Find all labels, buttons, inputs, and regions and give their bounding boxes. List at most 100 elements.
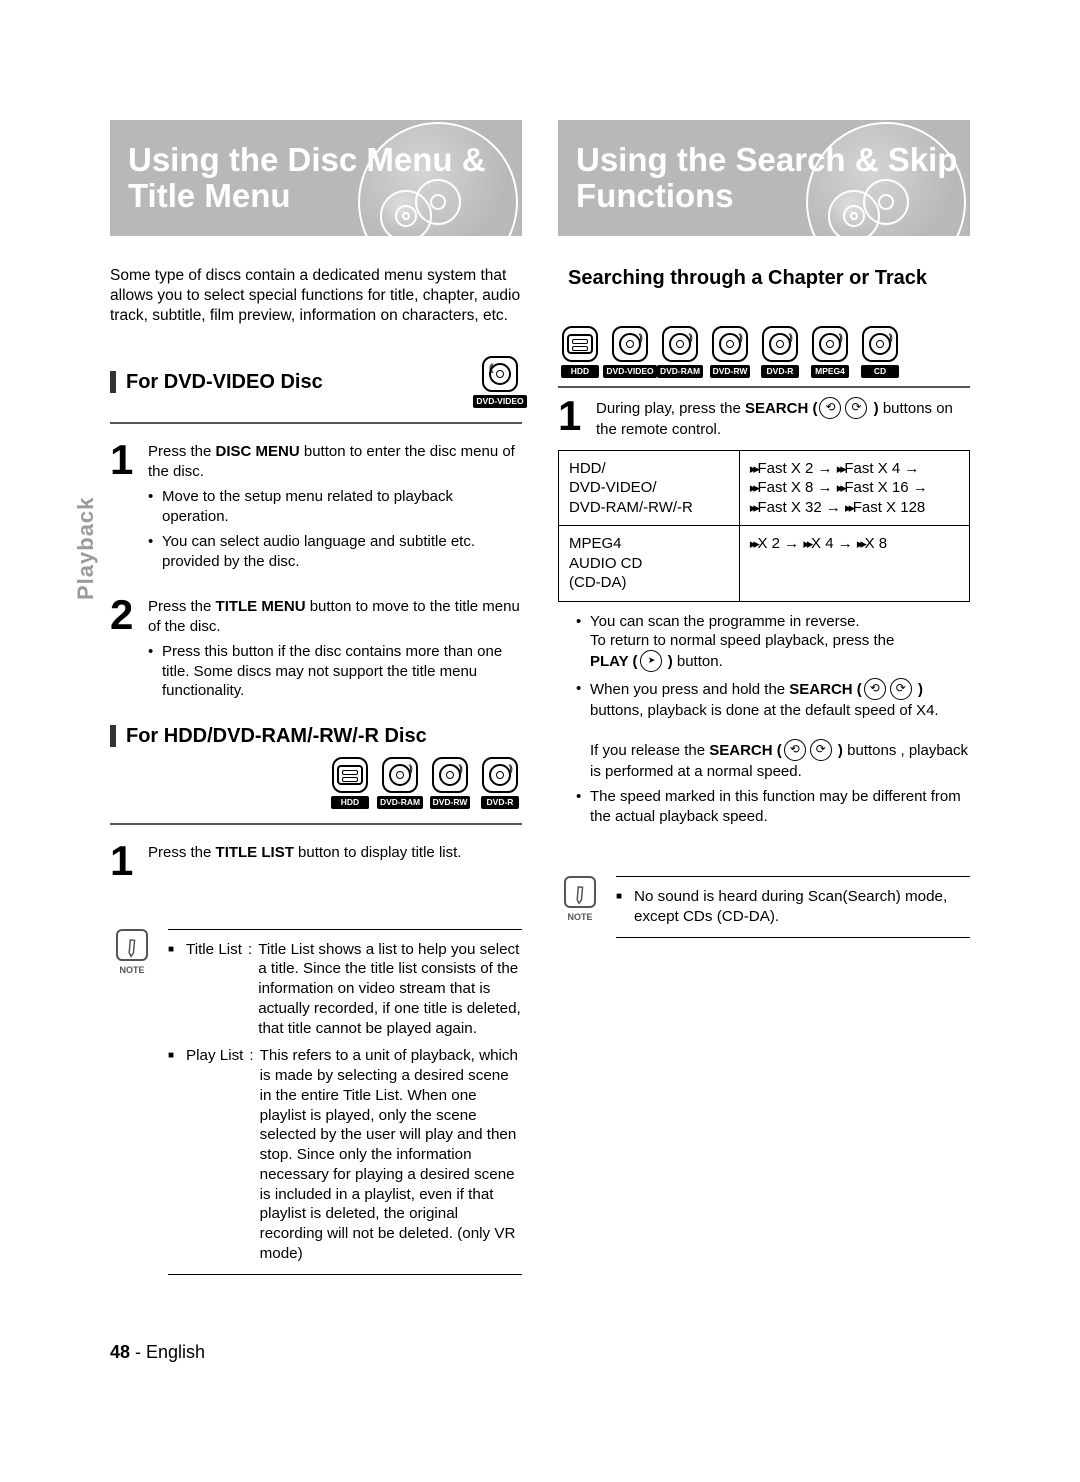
t: DISC MENU [216, 443, 300, 460]
disc-type-icon: DVD-VIDEO [478, 356, 522, 408]
icon-label: DVD-R [481, 796, 519, 809]
play-icon [640, 650, 662, 672]
table-cell-speeds: X 2 X 4 X 8 [739, 526, 969, 602]
left-column: Using the Disc Menu & Title Menu Some ty… [110, 120, 522, 1281]
icon-label: DVD-R [761, 365, 799, 378]
table-cell-speeds: Fast X 2 Fast X 4 Fast X 8 Fast X 16 Fas… [739, 450, 969, 526]
step-2: 2 Press the TITLE MENU button to move to… [110, 597, 522, 636]
speed: X 2 [750, 535, 799, 552]
icon-label: HDD [331, 796, 369, 809]
t: When you press and hold the [590, 681, 789, 698]
icon-label: DVD-VIDEO [473, 395, 526, 408]
speed: Fast X 16 [837, 479, 928, 496]
step-number: 1 [558, 398, 584, 440]
note-block: NOTE No sound is heard during Scan(Searc… [558, 876, 970, 944]
t: SEARCH ( [745, 400, 818, 417]
speed: Fast X 128 [845, 499, 925, 516]
sep: - [130, 1342, 146, 1362]
note-item: Play List : This refers to a unit of pla… [168, 1046, 522, 1263]
heading-text: For DVD-VIDEO Disc [126, 369, 323, 395]
bullet: The speed marked in this function may be… [576, 787, 970, 826]
section-heading-search: Searching through a Chapter or Track [558, 266, 970, 310]
search-back-icon [864, 678, 886, 700]
table-cell-media: HDD/ DVD-VIDEO/ DVD-RAM/-RW/-R [559, 450, 740, 526]
t: button to display title list. [294, 844, 462, 861]
term: Title List [186, 940, 242, 1039]
dvd-r-icon: DVD-R [478, 757, 522, 809]
media-icon-row: HDD DVD-RAM DVD-RW DVD-R [110, 757, 522, 809]
step-2-bullets: Press this button if the disc contains m… [148, 642, 522, 701]
title-panel-search-skip: Using the Search & Skip Functions [558, 120, 970, 236]
media-icon-row: HDD DVD-VIDEO DVD-RAM DVD-RW DVD-R MPEG4… [558, 326, 970, 378]
term: Play List [186, 1046, 243, 1263]
t: buttons, playback is done at the default… [590, 702, 939, 719]
page: Using the Disc Menu & Title Menu Some ty… [110, 120, 970, 1281]
t: ) [664, 653, 677, 670]
t: TITLE MENU [216, 598, 306, 615]
mpeg4-icon: MPEG4 [808, 326, 852, 378]
bullet: Move to the setup menu related to playba… [148, 487, 522, 526]
step-1: 1 Press the DISC MENU button to enter th… [110, 442, 522, 481]
divider [616, 937, 970, 938]
search-back-icon [784, 739, 806, 761]
speed: Fast X 4 [837, 460, 920, 477]
note-icon [564, 876, 596, 908]
search-bullets: You can scan the programme in reverse. T… [576, 612, 970, 827]
title-text: Using the Search & Skip Functions [576, 142, 970, 215]
t: TITLE LIST [216, 844, 294, 861]
dvd-video-icon: DVD-VIDEO [608, 326, 652, 378]
t: button. [677, 653, 723, 670]
step-number: 2 [110, 597, 136, 636]
t: To return to normal speed playback, pres… [590, 632, 894, 649]
table-cell-media: MPEG4 AUDIO CD (CD-DA) [559, 526, 740, 602]
heading-text: For HDD/DVD-RAM/-RW/-R Disc [126, 723, 427, 749]
t: If you release the [590, 742, 709, 759]
divider [168, 1274, 522, 1275]
t: You can scan the programme in reverse. [590, 613, 860, 630]
t: During play, press the [596, 400, 745, 417]
t: ) [869, 400, 882, 417]
step-1: 1 Press the TITLE LIST button to display… [110, 843, 522, 879]
right-column: Using the Search & Skip Functions Search… [558, 120, 970, 1281]
step-1: 1 During play, press the SEARCH ( ) butt… [558, 398, 970, 440]
speed: Fast X 2 [750, 460, 833, 477]
bullet: When you press and hold the SEARCH ( ) b… [576, 679, 970, 782]
t: Press the [148, 443, 216, 460]
hdd-icon: HDD [558, 326, 602, 378]
title-panel-disc-menu: Using the Disc Menu & Title Menu [110, 120, 522, 236]
step-1-bullets: Move to the setup menu related to playba… [148, 487, 522, 571]
t: ) [914, 681, 923, 698]
speed: Fast X 8 [750, 479, 833, 496]
note-label: NOTE [567, 912, 592, 924]
t: SEARCH ( [789, 681, 862, 698]
icon-label: DVD-RW [430, 796, 471, 809]
icon-label: CD [861, 365, 899, 378]
icon-label: MPEG4 [811, 365, 849, 378]
page-number: 48 [110, 1342, 130, 1362]
footer-lang: English [146, 1342, 205, 1362]
divider [558, 386, 970, 388]
note-icon [116, 929, 148, 961]
icon-label: DVD-RAM [657, 365, 703, 378]
divider [110, 823, 522, 825]
search-back-icon [819, 397, 841, 419]
dvd-rw-icon: DVD-RW [708, 326, 752, 378]
note-block: NOTE Title List : Title List shows a lis… [110, 929, 522, 1281]
t: Press the [148, 598, 216, 615]
heading-text: Searching through a Chapter or Track [568, 266, 927, 310]
section-heading-hdd: For HDD/DVD-RAM/-RW/-R Disc [110, 723, 522, 749]
step-number: 1 [110, 843, 136, 879]
speed: X 8 [857, 535, 887, 552]
search-fwd-icon [890, 678, 912, 700]
bullet: You can select audio language and subtit… [148, 532, 522, 571]
bullet: Press this button if the disc contains m… [148, 642, 522, 701]
divider [110, 422, 522, 424]
dvd-r-icon: DVD-R [758, 326, 802, 378]
icon-label: DVD-RAM [377, 796, 423, 809]
dvd-rw-icon: DVD-RW [428, 757, 472, 809]
cd-icon: CD [858, 326, 902, 378]
title-text: Using the Disc Menu & Title Menu [128, 142, 522, 215]
search-fwd-icon [810, 739, 832, 761]
dvd-ram-icon: DVD-RAM [658, 326, 702, 378]
t: PLAY ( [590, 653, 638, 670]
